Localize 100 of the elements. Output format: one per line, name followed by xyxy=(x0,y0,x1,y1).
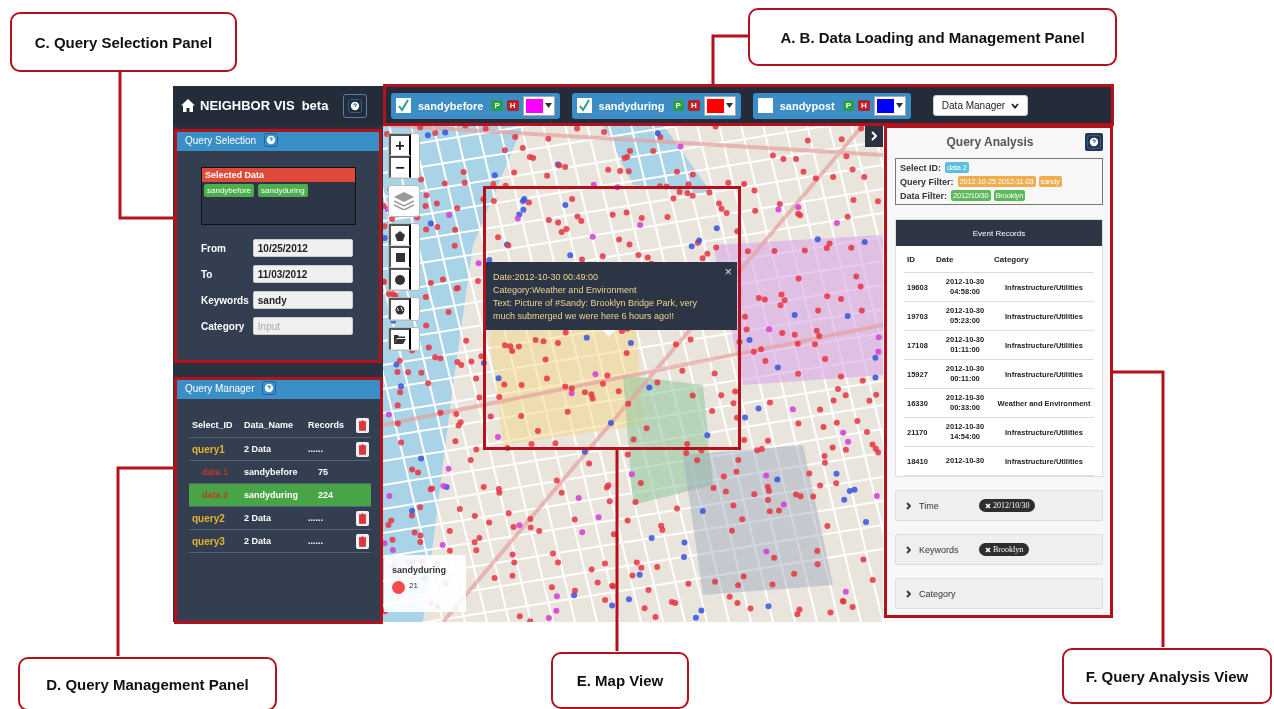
section-label: Category xyxy=(919,588,957,599)
leader-line xyxy=(711,34,748,84)
annotation-label: A. B. Data Loading and Management Panel xyxy=(748,8,1117,66)
column-header: Records xyxy=(308,420,345,430)
caret-icon xyxy=(544,103,552,108)
polygon-tool-icon[interactable] xyxy=(389,224,411,246)
chevron-icon xyxy=(906,545,911,554)
help-icon[interactable] xyxy=(1087,135,1101,149)
filter-label: Data Filter: xyxy=(900,190,947,201)
data-manager-dropdown[interactable]: Data Manager xyxy=(932,95,1029,116)
dataset-checkbox[interactable] xyxy=(396,98,411,113)
chevron-down-icon xyxy=(1011,102,1020,109)
popup-text: Category:Weather and Environment xyxy=(493,284,638,297)
column-header: Category xyxy=(994,254,1030,264)
column-header: Date xyxy=(936,254,955,264)
version-label: beta xyxy=(301,98,329,113)
table-cell-text: 75 xyxy=(317,467,329,477)
rectangle-tool-icon[interactable] xyxy=(389,246,411,268)
field-label: Keywords xyxy=(201,294,249,306)
dataset-chip[interactable]: sandypost P H xyxy=(752,92,911,119)
to-date-field[interactable]: 11/03/2012 xyxy=(252,265,353,283)
home-icon[interactable] xyxy=(181,99,195,112)
chevron-icon xyxy=(906,589,911,598)
filter-label: Query Filter: xyxy=(900,176,954,187)
h-badge[interactable]: H xyxy=(506,100,519,111)
help-icon[interactable] xyxy=(264,133,279,147)
help-icon[interactable] xyxy=(262,381,277,395)
dataset-checkbox[interactable] xyxy=(576,98,592,113)
popup-text: Date:2012-10-30 00:49:00 xyxy=(493,271,600,284)
section-label: Keywords xyxy=(919,544,960,555)
help-icon[interactable] xyxy=(348,98,363,113)
accordion-header[interactable]: Category xyxy=(895,578,1103,609)
keywords-field[interactable]: sandy xyxy=(252,291,353,309)
remove-icon xyxy=(985,502,991,509)
color-picker[interactable] xyxy=(873,95,906,116)
collapse-button[interactable] xyxy=(865,125,883,147)
panel-title: Query Selection xyxy=(185,134,257,146)
remove-icon xyxy=(985,546,991,553)
trash-icon[interactable] xyxy=(356,533,369,549)
annotation-label: C. Query Selection Panel xyxy=(10,12,237,72)
accordion-header[interactable]: Keywords Brooklyn xyxy=(895,534,1103,565)
annotation-label: E. Map View xyxy=(551,652,689,709)
zoom-out-button[interactable]: − xyxy=(389,156,411,178)
field-label: From xyxy=(201,242,227,254)
color-picker[interactable] xyxy=(703,95,736,116)
legend-count: 21 xyxy=(409,581,418,592)
popup-text: Text: Picture of #Sandy: Brooklyn Bridge Park, very much submerged we were here 6 hours ago!! xyxy=(493,297,699,323)
row-id: query1 xyxy=(192,443,226,455)
close-button[interactable]: × xyxy=(724,264,732,279)
accordion-header[interactable]: Time 2012/10/30 xyxy=(895,490,1103,521)
table-title: Event Records xyxy=(896,220,1102,246)
dataset-checkbox[interactable] xyxy=(757,98,773,113)
trash-icon[interactable] xyxy=(356,417,369,433)
chevron-icon xyxy=(906,501,911,510)
layers-button[interactable] xyxy=(388,185,420,217)
from-date-field[interactable]: 10/25/2012 xyxy=(252,239,353,257)
panel-title: Query Analysis xyxy=(945,135,1035,149)
popup-pointer xyxy=(603,330,615,337)
caret-icon xyxy=(895,103,903,108)
selected-data-header: Selected Data xyxy=(202,168,355,182)
filter-label: Select ID: xyxy=(900,162,941,173)
table-row[interactable]: query1 2 Data ...... xyxy=(189,438,371,461)
caret-icon xyxy=(725,103,733,108)
row-id: data 1 xyxy=(201,467,229,477)
zoom-in-button[interactable]: + xyxy=(389,134,411,156)
table-cell-text: 2 Data xyxy=(244,536,272,546)
h-badge[interactable]: H xyxy=(858,100,870,111)
trash-icon[interactable] xyxy=(356,441,369,457)
table-cell-text: 224 xyxy=(317,490,335,500)
trash-icon[interactable] xyxy=(356,510,369,526)
chevron-right-icon xyxy=(871,131,877,141)
table-cell-text: sandybefore xyxy=(244,467,299,477)
table-cell-text: ...... xyxy=(308,444,324,454)
color-picker[interactable] xyxy=(522,95,555,116)
row-id: data 2 xyxy=(201,490,229,500)
category-field[interactable]: Input xyxy=(252,317,353,335)
annotation-label: D. Query Management Panel xyxy=(18,657,277,709)
legend-title: sandyduring xyxy=(392,565,447,575)
table-row[interactable]: query2 2 Data ...... xyxy=(189,507,371,530)
dataset-name: sandypost xyxy=(779,99,835,112)
dataset-chip[interactable]: sandyduring P H xyxy=(571,92,741,119)
filter-chip[interactable]: Brooklyn xyxy=(979,543,1030,556)
table-cell-text: ...... xyxy=(308,536,324,546)
globe-icon[interactable] xyxy=(389,298,411,320)
filter-chip[interactable]: 2012/10/30 xyxy=(979,499,1036,512)
table-cell-text: 2 Data xyxy=(244,513,272,523)
field-label: To xyxy=(201,268,214,280)
row-id: query3 xyxy=(192,535,226,547)
column-header: Data_Name xyxy=(244,420,295,430)
table-cell-text: sandyduring xyxy=(244,490,299,500)
column-header: Select_ID xyxy=(192,420,234,430)
dataset-chip[interactable]: sandybefore P H xyxy=(391,92,560,119)
folder-icon[interactable] xyxy=(389,328,411,350)
h-badge[interactable]: H xyxy=(687,100,700,111)
row-id: query2 xyxy=(192,512,226,524)
table-cell-text: 2 Data xyxy=(244,444,272,454)
field-label: Category xyxy=(201,320,246,332)
column-header: ID xyxy=(906,254,916,264)
table-row[interactable]: query3 2 Data ...... xyxy=(189,530,371,553)
circle-tool-icon[interactable] xyxy=(389,268,411,290)
